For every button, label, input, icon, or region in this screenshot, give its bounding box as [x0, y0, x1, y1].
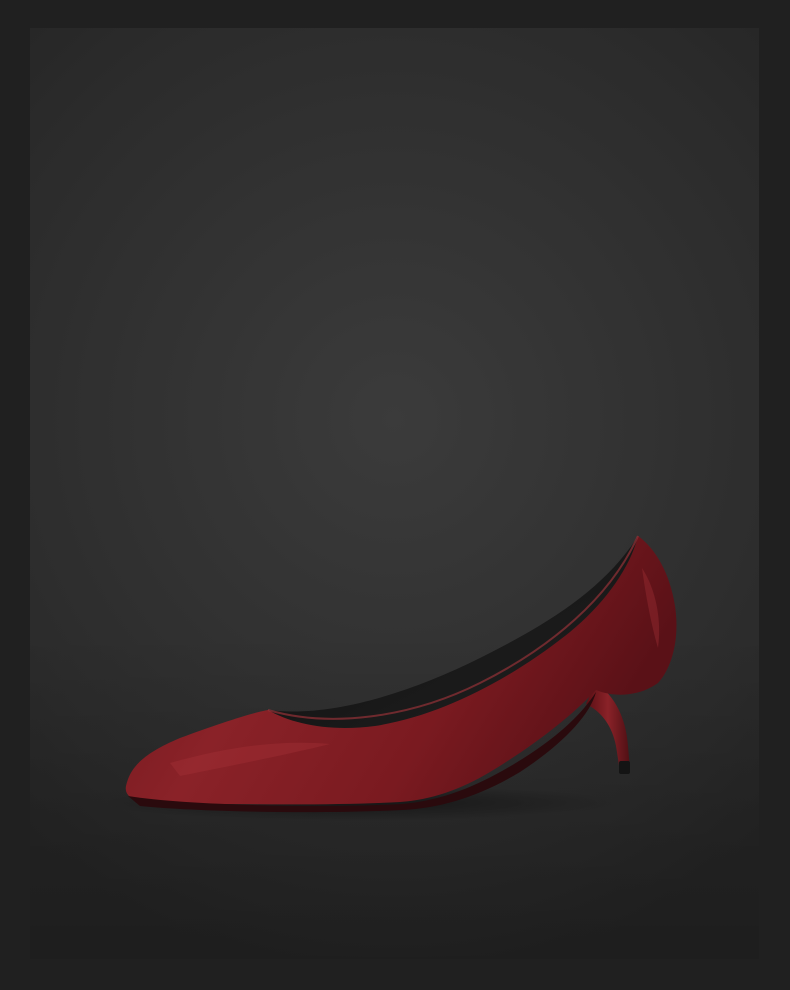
shoe-heel-tip: [619, 761, 630, 774]
red-pump-shoe: [100, 535, 677, 821]
shoe-heel: [586, 683, 630, 772]
product-photo: [30, 28, 759, 959]
image-frame: [0, 0, 790, 990]
